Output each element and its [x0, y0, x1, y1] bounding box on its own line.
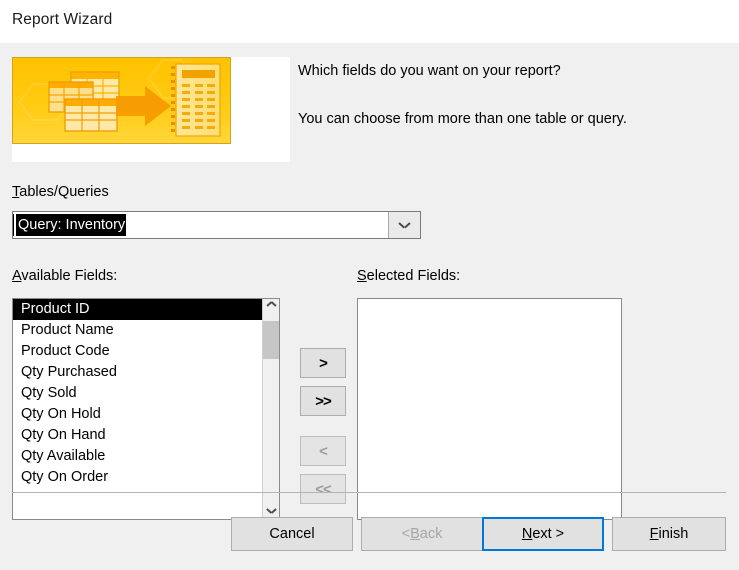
available-fields-listbox[interactable]: Product ID Product Name Product Code Qty Pu…: [12, 298, 280, 520]
tables-queries-selected-value: Query: Inventory: [16, 214, 127, 236]
finish-button-rest: inish: [658, 526, 689, 542]
available-fields-scrollbar[interactable]: [262, 299, 279, 519]
available-field-item[interactable]: Qty Available: [13, 446, 263, 467]
back-button-prefix: <: [401, 526, 411, 542]
report-wizard-dialog: Report Wizard Which fields do you want o…: [0, 0, 739, 570]
available-field-item[interactable]: Qty Purchased: [13, 362, 263, 383]
back-button-rest: ack: [419, 526, 443, 542]
title-bar: Report Wizard: [0, 0, 739, 43]
next-button-rest: ext >: [532, 526, 565, 542]
selected-fields-label-accel: S: [357, 268, 367, 284]
cancel-button[interactable]: Cancel: [231, 517, 353, 551]
footer-separator: [12, 492, 726, 493]
available-field-item[interactable]: Qty On Hand: [13, 425, 263, 446]
text-caret: [13, 214, 14, 236]
tables-queries-dropdown-button[interactable]: [388, 212, 420, 238]
banner-panel: [12, 57, 290, 162]
remove-all-fields-button[interactable]: <<: [300, 474, 346, 504]
chevron-down-icon: [399, 222, 410, 229]
remove-field-button[interactable]: <: [300, 436, 346, 466]
tables-queries-label: Tables/Queries: [12, 184, 109, 200]
available-field-item[interactable]: Product ID: [13, 299, 263, 320]
next-button[interactable]: Next >: [482, 517, 604, 551]
report-wizard-banner-icon: [12, 57, 231, 144]
available-fields-label-accel: A: [12, 268, 22, 284]
prompt-line-2: You can choose from more than one table …: [298, 111, 627, 127]
scrollbar-thumb[interactable]: [263, 321, 279, 359]
available-field-item[interactable]: Product Code: [13, 341, 263, 362]
available-fields-label: Available Fields:: [12, 268, 117, 284]
available-field-item[interactable]: Qty Sold: [13, 383, 263, 404]
finish-button-accel: F: [649, 526, 659, 542]
selected-fields-label: Selected Fields:: [357, 268, 460, 284]
back-button[interactable]: < Back: [361, 517, 483, 551]
back-button-accel: B: [410, 526, 420, 542]
add-all-fields-button[interactable]: >>: [300, 386, 346, 416]
chevron-up-icon: [267, 305, 276, 311]
available-field-item[interactable]: Product Name: [13, 320, 263, 341]
window-title: Report Wizard: [12, 11, 113, 28]
scrollbar-up-button[interactable]: [263, 299, 279, 316]
available-fields-items: Product ID Product Name Product Code Qty Pu…: [13, 299, 263, 488]
selected-fields-listbox[interactable]: [357, 298, 622, 520]
prompt-line-1: Which fields do you want on your report?: [298, 63, 561, 79]
tables-queries-combobox-text[interactable]: Query: Inventory: [13, 212, 388, 238]
available-field-item[interactable]: Qty On Order: [13, 467, 263, 488]
available-field-item[interactable]: Qty On Hold: [13, 404, 263, 425]
chevron-down-icon: [267, 508, 276, 514]
tables-queries-combobox[interactable]: Query: Inventory: [12, 211, 421, 239]
dialog-body: Which fields do you want on your report?…: [0, 43, 739, 570]
selected-fields-label-rest: elected Fields:: [366, 268, 461, 284]
add-field-button[interactable]: >: [300, 348, 346, 378]
next-button-accel: N: [521, 526, 533, 542]
finish-button[interactable]: Finish: [612, 517, 726, 551]
tables-queries-label-rest: ables/Queries: [19, 184, 109, 200]
available-fields-label-rest: vailable Fields:: [21, 268, 118, 284]
